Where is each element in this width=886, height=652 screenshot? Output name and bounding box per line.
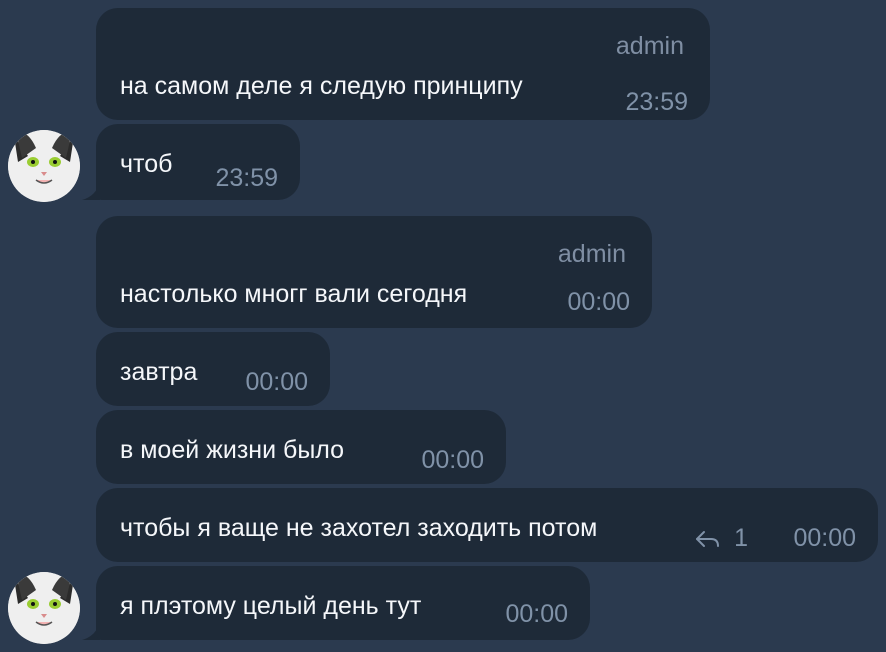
sender-name: admin	[557, 240, 626, 268]
message-bubble-2[interactable]: чтоб 23:59	[96, 124, 300, 200]
message-time: 00:00	[245, 368, 308, 396]
message-bubble-3[interactable]: admin настолько многг вали сегодня 00:00	[96, 216, 652, 328]
message-bubble-7[interactable]: я плэтому целый день тут 00:00	[96, 566, 590, 640]
message-text: настолько многг вали сегодня	[120, 280, 468, 308]
message-time: 00:00	[567, 288, 630, 316]
message-text: на самом деле я следую принципу	[120, 72, 523, 100]
message-bubble-5[interactable]: в моей жизни было 00:00	[96, 410, 506, 484]
message-time: 00:00	[793, 524, 856, 552]
message-bubble-1[interactable]: admin на самом деле я следую принципу 23…	[96, 8, 710, 120]
message-bubble-6[interactable]: чтобы я ваще не захотел заходить потом 1…	[96, 488, 878, 562]
cat-avatar-icon[interactable]	[8, 572, 80, 644]
cat-avatar-icon[interactable]	[8, 130, 80, 202]
sender-name: admin	[615, 32, 684, 60]
message-text: чтобы я ваще не захотел заходить потом	[120, 514, 598, 542]
message-time: 00:00	[421, 446, 484, 474]
reply-counter[interactable]: 1	[694, 524, 748, 553]
message-text: я плэтому целый день тут	[120, 592, 422, 620]
message-text: в моей жизни было	[120, 436, 345, 464]
reply-count: 1	[734, 524, 748, 552]
message-time: 00:00	[505, 600, 568, 628]
message-text: завтра	[120, 358, 198, 386]
message-text: чтоб	[120, 150, 173, 178]
reply-arrow-icon	[696, 530, 720, 547]
message-time: 23:59	[625, 88, 688, 116]
message-bubble-4[interactable]: завтра 00:00	[96, 332, 330, 406]
message-time: 23:59	[215, 164, 278, 192]
